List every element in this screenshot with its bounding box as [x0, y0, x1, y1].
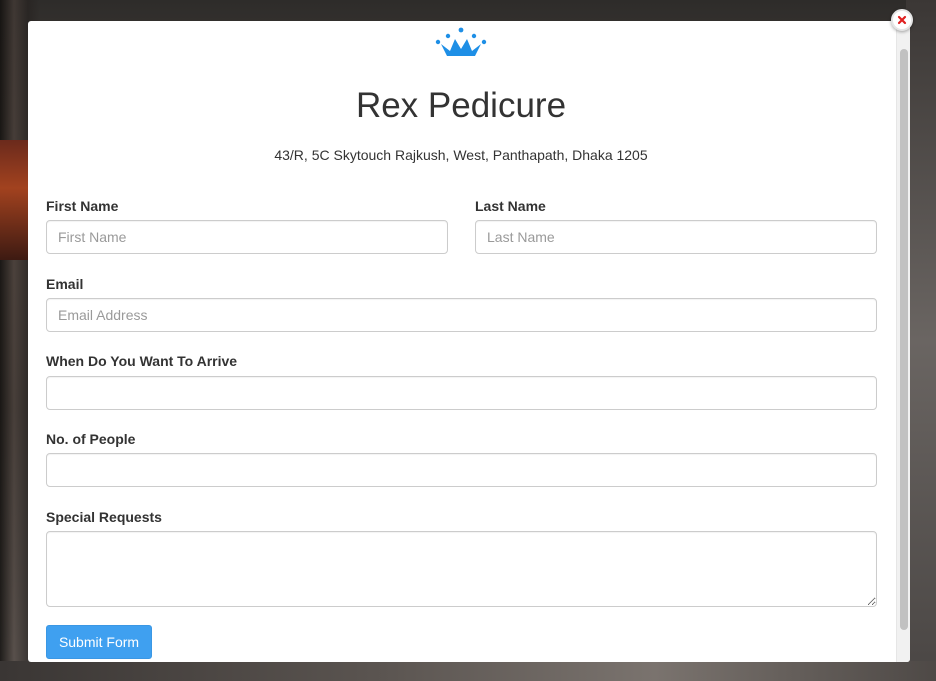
backdrop-decor-bottom [0, 661, 936, 681]
first-name-input[interactable] [46, 220, 448, 254]
close-icon [897, 15, 907, 25]
modal-scrollbar[interactable] [896, 21, 910, 662]
booking-modal: Rex Pedicure 43/R, 5C Skytouch Rajkush, … [28, 21, 910, 662]
last-name-label: Last Name [475, 198, 546, 214]
backdrop-decor-right [906, 0, 936, 681]
arrival-input[interactable] [46, 376, 877, 410]
business-address: 43/R, 5C Skytouch Rajkush, West, Panthap… [274, 147, 648, 163]
special-requests-textarea[interactable] [46, 531, 877, 607]
first-name-label: First Name [46, 198, 119, 214]
submit-form-button[interactable]: Submit Form [46, 625, 152, 659]
last-name-input[interactable] [475, 220, 877, 254]
people-label: No. of People [46, 431, 136, 447]
scrollbar-thumb[interactable] [900, 49, 908, 630]
email-label: Email [46, 276, 84, 292]
backdrop-decor-left [0, 140, 30, 260]
crown-icon [435, 27, 487, 56]
arrival-label: When Do You Want To Arrive [46, 353, 238, 369]
special-requests-label: Special Requests [46, 509, 162, 525]
business-title: Rex Pedicure [355, 86, 567, 125]
email-input[interactable] [46, 298, 877, 332]
close-modal-button[interactable] [891, 9, 913, 31]
people-input[interactable] [46, 453, 877, 487]
